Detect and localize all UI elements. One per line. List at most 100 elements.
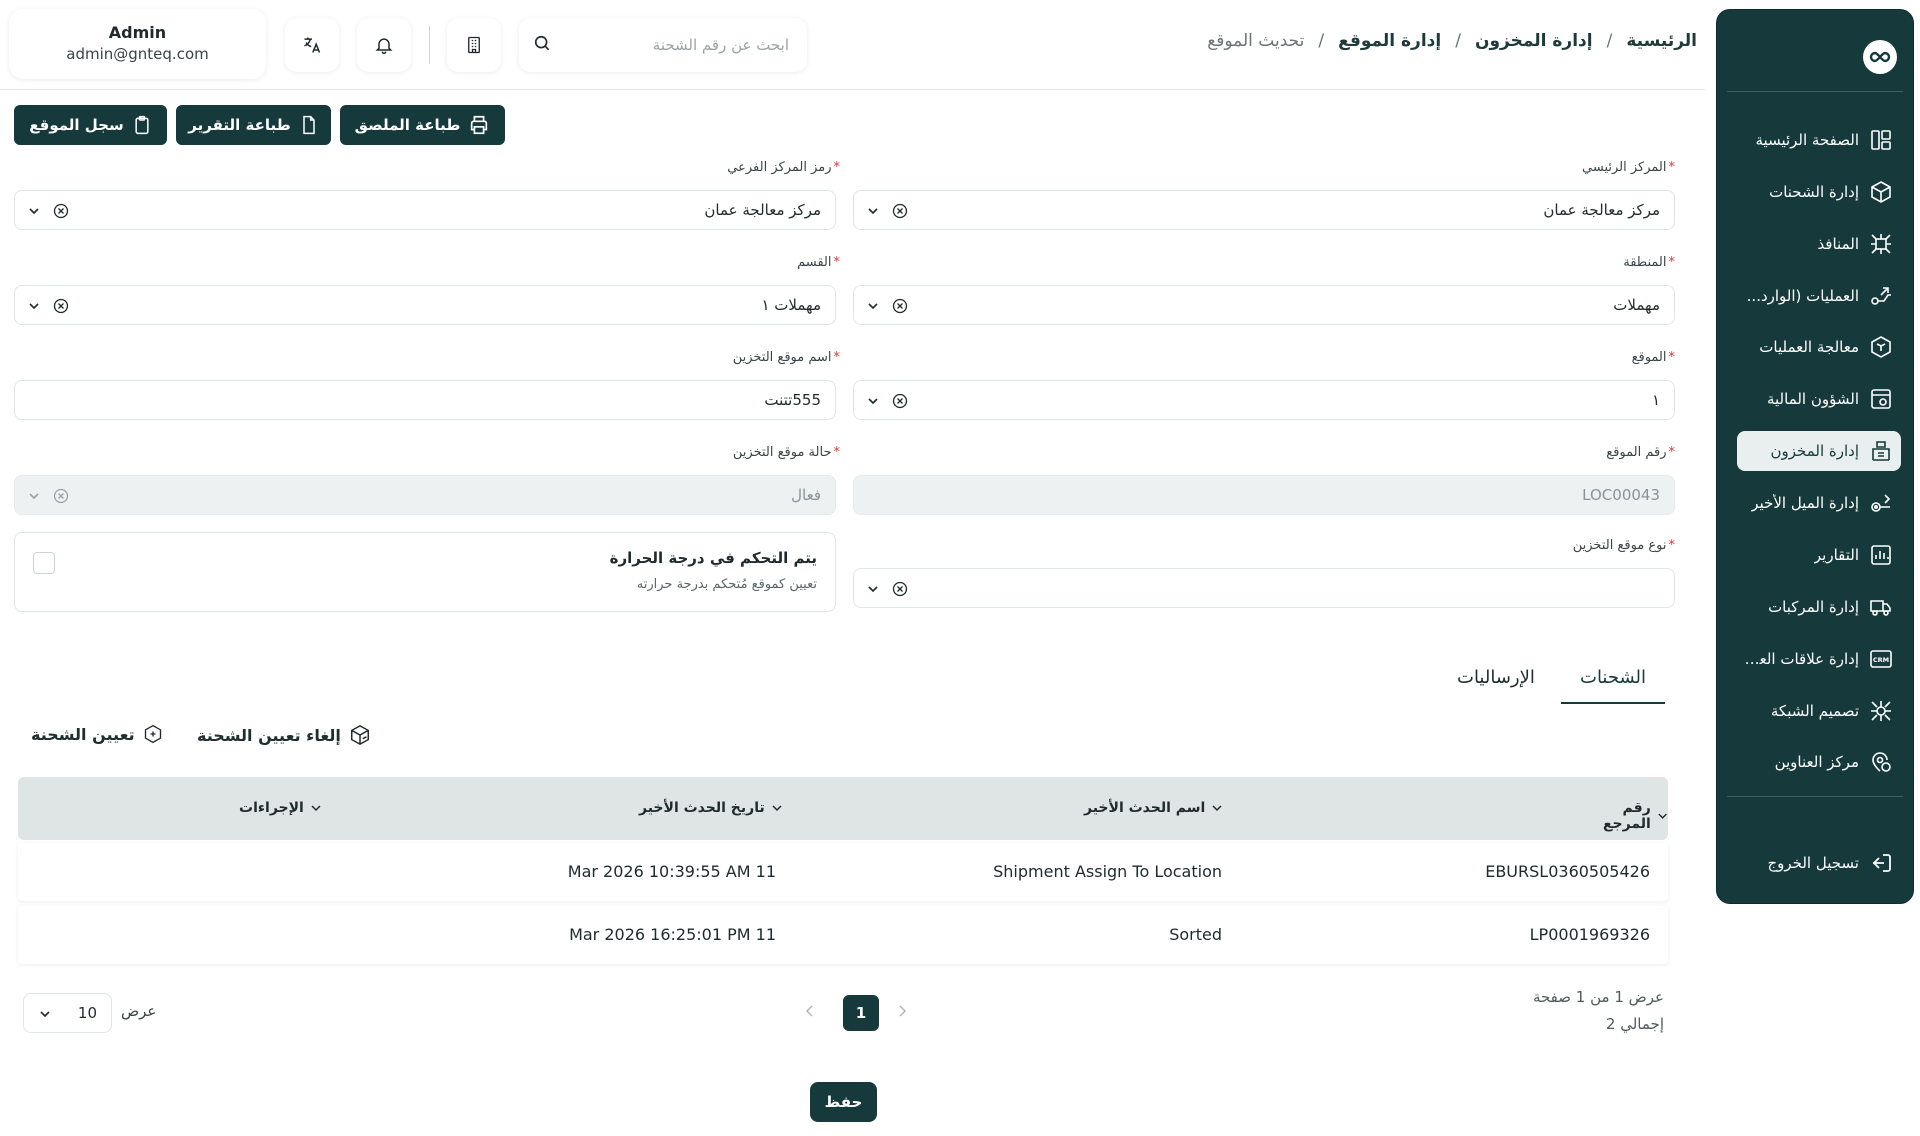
table-header: رقم المرجع اسم الحدث الأخير تاريخ الحدث … bbox=[18, 777, 1668, 840]
region-select[interactable]: مهملات bbox=[853, 285, 1675, 325]
user-email: admin@gnteq.com bbox=[66, 45, 209, 63]
sidebar-item-last-mile[interactable]: إدارة الميل الأخير bbox=[1737, 483, 1901, 523]
print-report-button[interactable]: طباعة التقرير bbox=[176, 105, 331, 145]
search-input[interactable] bbox=[563, 32, 789, 58]
sidebar-item-shipments[interactable]: إدارة الشحنات bbox=[1737, 172, 1901, 212]
chevron-down-icon bbox=[27, 489, 41, 503]
save-button[interactable]: حفظ bbox=[810, 1082, 877, 1122]
sidebar-item-address[interactable]: مركز العناوين bbox=[1737, 742, 1901, 782]
region-label: *المنطقة bbox=[1623, 255, 1675, 270]
prev-page-button[interactable] bbox=[804, 1004, 816, 1018]
truck-icon bbox=[1870, 600, 1891, 616]
sidebar-item-label: تصميم الشبكة bbox=[1770, 702, 1859, 720]
column-header-last-event[interactable]: اسم الحدث الأخير bbox=[1084, 800, 1223, 816]
language-button[interactable] bbox=[285, 18, 339, 72]
sidebar-item-label: إدارة الميل الأخير bbox=[1751, 494, 1859, 512]
column-header-actions[interactable]: الإجراءات bbox=[239, 800, 322, 816]
chevron-down-icon[interactable] bbox=[866, 394, 880, 408]
table-row[interactable]: EBURSL0360505426 Shipment Assign To Loca… bbox=[18, 843, 1668, 901]
chevron-left-icon bbox=[805, 1005, 813, 1017]
logout-button[interactable]: تسجيل الخروج bbox=[1737, 843, 1901, 883]
sidebar-divider bbox=[1727, 796, 1903, 797]
table-row[interactable]: LP0001969326 Sorted 11 Mar 2026 16:25:01… bbox=[18, 906, 1668, 964]
chevron-down-icon[interactable] bbox=[27, 299, 41, 313]
unassign-shipment-button[interactable]: إلغاء تعيين الشحنة bbox=[197, 724, 371, 746]
next-page-button[interactable] bbox=[896, 1004, 908, 1018]
user-card[interactable]: Admin admin@gnteq.com bbox=[9, 9, 266, 79]
region-value: مهملات bbox=[1613, 296, 1660, 314]
sidebar-item-operations[interactable]: العمليات (الوارد... bbox=[1737, 276, 1901, 316]
infinity-icon bbox=[1869, 51, 1891, 63]
warehouse-icon bbox=[1872, 441, 1890, 461]
assign-shipment-label: تعيين الشحنة bbox=[31, 724, 135, 744]
clear-icon[interactable] bbox=[892, 203, 908, 219]
clear-icon bbox=[53, 488, 69, 504]
section-select[interactable]: مهملات ١ bbox=[14, 285, 836, 325]
print-label-button[interactable]: طباعة الملصق bbox=[340, 105, 505, 145]
sidebar-item-finance[interactable]: الشؤون المالية bbox=[1737, 379, 1901, 419]
breadcrumb-separator: / bbox=[1455, 31, 1461, 51]
operations-icon bbox=[1871, 287, 1891, 305]
storage-type-select[interactable] bbox=[853, 568, 1675, 608]
breadcrumb: الرئيسية / إدارة المخزون / إدارة الموقع … bbox=[1207, 31, 1697, 51]
chevron-down-icon[interactable] bbox=[27, 204, 41, 218]
clear-icon[interactable] bbox=[892, 298, 908, 314]
sidebar-item-ports[interactable]: المنافذ bbox=[1737, 224, 1901, 264]
box-add-icon bbox=[144, 724, 161, 744]
tab-shipments[interactable]: الشحنات bbox=[1580, 667, 1646, 688]
column-header-last-event-date[interactable]: تاريخ الحدث الأخير bbox=[639, 800, 783, 816]
breadcrumb-current: تحديث الموقع bbox=[1207, 31, 1305, 51]
column-header-reference[interactable]: رقم المرجع bbox=[1575, 800, 1668, 832]
finance-icon bbox=[1871, 389, 1891, 409]
per-page-select[interactable]: 10 bbox=[23, 993, 112, 1033]
chevron-down-icon bbox=[311, 805, 321, 812]
sidebar-item-label: معالجة العمليات bbox=[1759, 338, 1859, 356]
breadcrumb-inventory[interactable]: إدارة المخزون bbox=[1475, 31, 1593, 51]
chevron-down-icon[interactable] bbox=[866, 299, 880, 313]
page-number-current[interactable]: 1 bbox=[843, 995, 879, 1031]
sub-center-code-select[interactable]: مركز معالجة عمان bbox=[14, 190, 836, 230]
storage-status-label: *حالة موقع التخزين bbox=[732, 445, 840, 460]
storage-name-input[interactable]: 555تتنت bbox=[14, 380, 836, 420]
tab-consignments[interactable]: الإرساليات bbox=[1457, 667, 1535, 688]
sidebar-item-processing[interactable]: معالجة العمليات bbox=[1737, 327, 1901, 367]
location-number-input: LOC00043 bbox=[853, 475, 1675, 515]
unassign-shipment-label: إلغاء تعيين الشحنة bbox=[197, 725, 341, 745]
sidebar-item-label: العمليات (الوارد... bbox=[1746, 287, 1859, 305]
sidebar-item-vehicles[interactable]: إدارة المركبات bbox=[1737, 587, 1901, 627]
per-page-label: عرض bbox=[121, 1002, 157, 1020]
sidebar-item-network[interactable]: تصميم الشبكة bbox=[1737, 691, 1901, 731]
storage-name-label: *اسم موقع التخزين bbox=[732, 350, 840, 365]
main-center-value: مركز معالجة عمان bbox=[1543, 201, 1660, 219]
chevron-down-icon bbox=[38, 1007, 52, 1021]
building-button[interactable] bbox=[447, 18, 501, 72]
breadcrumb-location-management[interactable]: إدارة الموقع bbox=[1338, 31, 1441, 51]
main-center-select[interactable]: مركز معالجة عمان bbox=[853, 190, 1675, 230]
clear-icon[interactable] bbox=[53, 203, 69, 219]
sidebar-item-label: إدارة الشحنات bbox=[1769, 183, 1859, 201]
clear-icon[interactable] bbox=[53, 298, 69, 314]
chevron-down-icon[interactable] bbox=[866, 204, 880, 218]
chevron-down-icon bbox=[1212, 805, 1222, 812]
sub-center-code-value: مركز معالجة عمان bbox=[704, 201, 821, 219]
clear-icon[interactable] bbox=[892, 393, 908, 409]
logout-icon bbox=[1872, 854, 1891, 872]
print-report-text: طباعة التقرير bbox=[188, 116, 291, 134]
location-select[interactable]: ١ bbox=[853, 380, 1675, 420]
document-icon bbox=[302, 115, 315, 135]
assign-shipment-button[interactable]: تعيين الشحنة bbox=[31, 724, 163, 744]
active-tab-indicator bbox=[1561, 702, 1665, 704]
main-center-label: *المركز الرئيسي bbox=[1582, 160, 1675, 175]
clear-icon[interactable] bbox=[892, 581, 908, 597]
storage-status-value: فعال bbox=[791, 486, 821, 504]
temperature-checkbox[interactable] bbox=[33, 552, 55, 574]
sidebar-item-inventory[interactable]: إدارة المخزون bbox=[1737, 431, 1901, 471]
sidebar-item-reports[interactable]: التقارير bbox=[1737, 535, 1901, 575]
location-log-button[interactable]: سجل الموقع bbox=[14, 105, 167, 145]
notifications-button[interactable] bbox=[357, 18, 411, 72]
chevron-down-icon[interactable] bbox=[866, 582, 880, 596]
sidebar-item-crm[interactable]: إدارة علاقات العملاء CRM bbox=[1737, 639, 1901, 679]
sidebar-item-dashboard[interactable]: الصفحة الرئيسية bbox=[1737, 120, 1901, 160]
search-box bbox=[519, 18, 807, 72]
breadcrumb-home[interactable]: الرئيسية bbox=[1626, 31, 1697, 51]
